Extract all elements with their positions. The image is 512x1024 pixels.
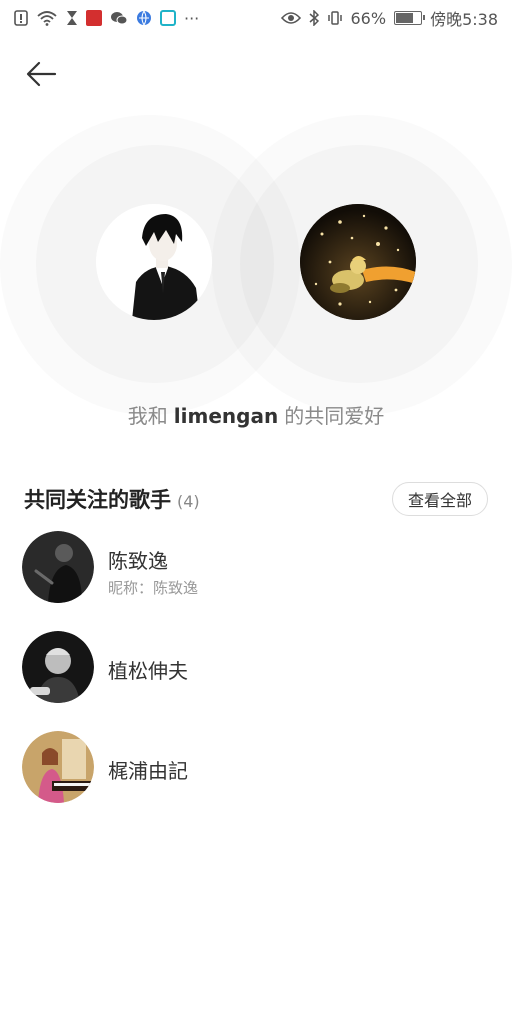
artist-row[interactable]: 梶浦由記 bbox=[22, 731, 492, 803]
battery-icon bbox=[394, 11, 426, 25]
section-count: (4) bbox=[177, 492, 200, 511]
status-bar: ··· 66% 傍晚5:38 bbox=[0, 0, 512, 36]
arrow-left-icon bbox=[26, 61, 57, 87]
wifi-icon bbox=[36, 10, 58, 26]
back-button[interactable] bbox=[22, 55, 60, 93]
artist-nickname: 昵称：陈致逸 bbox=[108, 579, 199, 597]
browser-icon bbox=[136, 10, 152, 26]
friend-avatar[interactable] bbox=[300, 204, 416, 320]
page: ··· 66% 傍晚5:38 我和 limengan 的共同爱好 共同关注的歌手… bbox=[0, 0, 512, 1024]
artist-avatar bbox=[22, 731, 94, 803]
artist-name: 植松伸夫 bbox=[108, 659, 188, 683]
more-notifications-icon: ··· bbox=[184, 8, 200, 28]
bluetooth-icon bbox=[309, 10, 319, 26]
my-avatar[interactable] bbox=[96, 204, 212, 320]
battery-percent: 66% bbox=[350, 8, 387, 28]
shared-interest-headline: 我和 limengan 的共同爱好 bbox=[0, 400, 512, 429]
artist-avatar bbox=[22, 531, 94, 603]
headline-suffix: 的共同爱好 bbox=[284, 404, 385, 428]
app-cyan-icon bbox=[160, 10, 176, 26]
artist-row[interactable]: 植松伸夫 bbox=[22, 631, 492, 703]
section-title-text: 共同关注的歌手 bbox=[24, 488, 171, 512]
eye-icon bbox=[280, 11, 301, 25]
status-right: 66% 傍晚5:38 bbox=[280, 6, 498, 30]
artist-name: 梶浦由記 bbox=[108, 759, 188, 783]
friend-name[interactable]: limengan bbox=[174, 404, 278, 428]
status-left: ··· bbox=[14, 9, 199, 28]
vibrate-icon bbox=[327, 10, 343, 26]
view-all-button[interactable]: 查看全部 bbox=[392, 482, 488, 516]
wechat-icon bbox=[110, 10, 128, 26]
headline-prefix: 我和 bbox=[127, 404, 168, 428]
hourglass-icon bbox=[66, 10, 78, 26]
alert-icon bbox=[14, 10, 28, 26]
artist-avatar bbox=[22, 631, 94, 703]
artist-row[interactable]: 陈致逸 昵称：陈致逸 bbox=[22, 531, 492, 603]
status-time: 傍晚5:38 bbox=[430, 10, 498, 29]
battery-fill bbox=[396, 13, 414, 23]
artist-name: 陈致逸 bbox=[108, 549, 168, 573]
app-red-icon bbox=[86, 10, 102, 26]
section-title: 共同关注的歌手 (4) bbox=[24, 484, 200, 514]
